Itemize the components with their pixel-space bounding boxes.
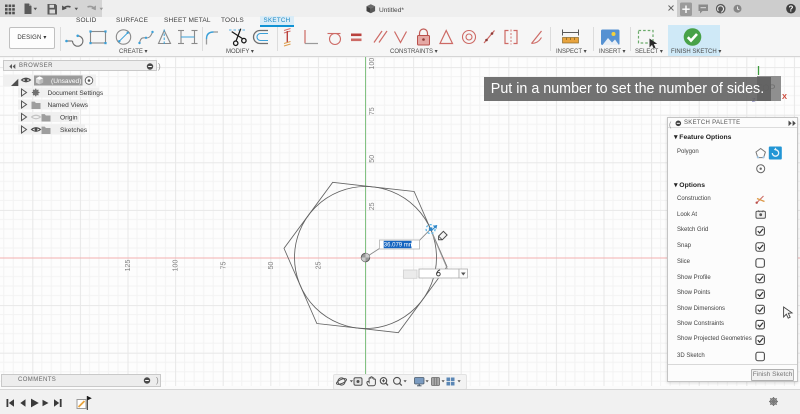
svg-text:Untitled*: Untitled* — [379, 7, 404, 14]
svg-text:125: 125 — [125, 260, 132, 272]
svg-text:75: 75 — [220, 262, 227, 270]
svg-text:(Unsaved): (Unsaved) — [51, 78, 81, 85]
svg-text:75: 75 — [369, 107, 376, 115]
svg-text:Sketches: Sketches — [60, 127, 88, 134]
svg-text:Named Views: Named Views — [48, 102, 89, 109]
svg-text:Document Settings: Document Settings — [48, 90, 104, 97]
svg-text:100: 100 — [173, 260, 180, 272]
svg-text:25: 25 — [369, 202, 376, 210]
svg-text:100: 100 — [369, 58, 376, 70]
svg-text:36.079 mm: 36.079 mm — [384, 243, 414, 249]
svg-text:50: 50 — [268, 262, 275, 270]
svg-text:25: 25 — [315, 262, 322, 270]
svg-text:Origin: Origin — [60, 115, 78, 122]
svg-text:50: 50 — [369, 155, 376, 163]
svg-text:?: ? — [789, 5, 794, 14]
svg-text:(: ( — [669, 122, 672, 129]
